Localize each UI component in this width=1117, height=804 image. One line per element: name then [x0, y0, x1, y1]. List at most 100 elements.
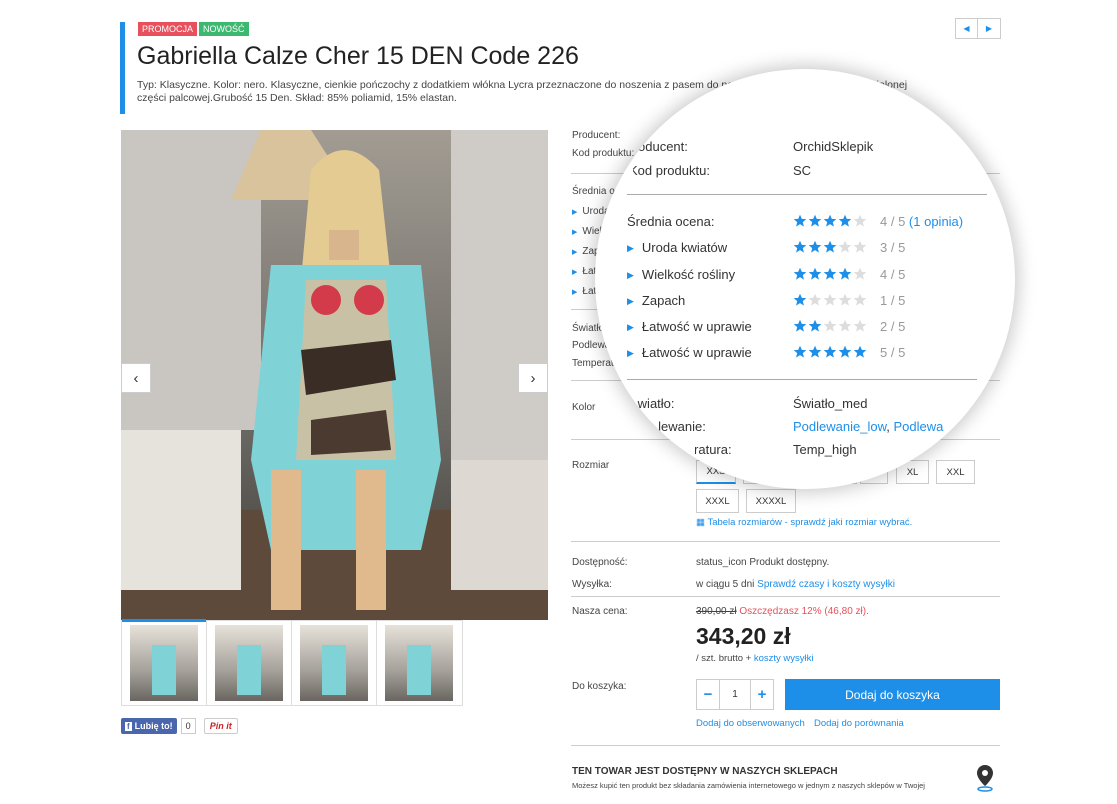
shipping-times-link[interactable]: Sprawdź czasy i koszty wysyłki [757, 579, 895, 590]
mag-divider [627, 379, 977, 380]
star-icon [853, 345, 867, 358]
shipping-costs-link[interactable]: koszty wysyłki [754, 653, 814, 664]
decrease-button[interactable]: − [697, 680, 719, 709]
next-product-button[interactable]: ▶ [978, 18, 1001, 39]
star-icon [793, 240, 807, 253]
facebook-icon: f [125, 721, 132, 731]
map-pin-icon [977, 765, 993, 792]
color-label: Kolor [572, 402, 596, 413]
bullet-icon: ▶ [627, 322, 634, 332]
mag-code-label: Kod produktu: [629, 163, 710, 178]
quantity-input[interactable]: 1 [719, 680, 751, 709]
star-icon [838, 267, 852, 280]
social-buttons: f Lubię to! 0 Pin it [121, 718, 238, 734]
bullet-icon: ▶ [572, 269, 578, 276]
mag-light-link[interactable]: Światło_med [793, 396, 867, 411]
chevron-left-icon: ‹ [133, 369, 139, 387]
gallery-prev-button[interactable]: ‹ [121, 363, 151, 393]
thumbnail[interactable] [122, 619, 207, 705]
new-badge: NOWOŚĆ [199, 22, 249, 36]
increase-button[interactable]: + [751, 680, 773, 709]
facebook-like-count: 0 [180, 718, 196, 734]
star-icon [823, 345, 837, 358]
chevron-right-icon: › [530, 369, 536, 387]
product-title: Gabriella Calze Cher 15 DEN Code 226 [137, 42, 579, 70]
bullet-icon: ▶ [627, 243, 634, 253]
star-icon [808, 267, 822, 280]
mag-producer-label: Producent: [625, 139, 688, 154]
size-option-xxl[interactable]: XXL [936, 460, 975, 484]
star-icon [838, 240, 852, 253]
star-icon [808, 293, 822, 306]
mag-light-label: Światło: [629, 396, 675, 411]
star-icon [823, 240, 837, 253]
bullet-icon: ▶ [627, 348, 634, 358]
rating-value: 1 / 5 [880, 293, 906, 308]
star-icon [808, 240, 822, 253]
mag-temp-link[interactable]: Temp_high [793, 442, 857, 457]
mag-rating-label: ▶ Łatwość w uprawie [627, 345, 752, 360]
thumbnail-image [385, 625, 454, 701]
stores-description: Możesz kupić ten produkt bez składania z… [572, 781, 925, 790]
cart-label: Do koszyka: [572, 681, 627, 692]
pinterest-button[interactable]: Pin it [203, 718, 238, 734]
bullet-icon: ▶ [572, 229, 578, 236]
divider [571, 745, 1000, 746]
rating-value: 5 / 5 [880, 345, 906, 360]
star-icon [853, 214, 867, 227]
thumbnail-image [215, 625, 283, 701]
divider [571, 541, 1000, 542]
star-icon [793, 267, 807, 280]
price-unit: / szt. brutto + koszty wysyłki [696, 653, 814, 664]
gallery-next-button[interactable]: › [518, 363, 548, 393]
star-icon [793, 345, 807, 358]
prev-product-button[interactable]: ◀ [955, 18, 978, 39]
thumbnail-image [130, 625, 198, 701]
star-icon [823, 319, 837, 332]
star-icon [793, 214, 807, 227]
size-option-xxxl[interactable]: XXXL [696, 489, 739, 513]
bullet-icon: ▶ [627, 270, 634, 280]
mag-water-label: Podlewanie: [635, 419, 706, 434]
thumbnail[interactable] [377, 621, 462, 705]
facebook-like-label: Lubię to! [134, 721, 173, 731]
mag-rating-label: ▶ Zapach [627, 293, 686, 308]
star-icon [838, 319, 852, 332]
rating-stars [793, 293, 867, 307]
product-page: { "badges": {"promo": "PROMOCJA", "new":… [0, 0, 1117, 804]
add-to-cart-button[interactable]: Dodaj do koszyka [785, 679, 1000, 710]
avg-stars [793, 214, 867, 228]
main-product-image[interactable]: ‹ › [121, 130, 548, 620]
watch-link[interactable]: Dodaj do obserwowanych [696, 718, 805, 729]
bullet-icon: ▶ [627, 296, 634, 306]
thumbnail-strip [121, 619, 463, 706]
rating-value: 3 / 5 [880, 240, 906, 255]
thumbnail[interactable] [292, 621, 377, 705]
star-icon [853, 319, 867, 332]
star-icon [823, 214, 837, 227]
size-table-link[interactable]: ▦ Tabela rozmiarów - sprawdź jaki rozmia… [696, 517, 912, 528]
triangle-left-icon: ◀ [963, 24, 970, 33]
thumbnail[interactable] [207, 621, 292, 705]
mag-rating-label: ▶ Wielkość rośliny [627, 267, 736, 282]
rating-stars [793, 345, 867, 359]
star-icon [838, 214, 852, 227]
mag-rating-label: ▶ Uroda kwiatów [627, 240, 728, 255]
star-icon [853, 240, 867, 253]
badges: PROMOCJA NOWOŚĆ [138, 22, 249, 36]
size-option-xxxxl[interactable]: XXXXL [746, 489, 796, 513]
mag-water-link[interactable]: Podlewanie_low [793, 419, 886, 434]
old-price: 390,00 zł [696, 606, 737, 617]
thumbnail-image [300, 625, 368, 701]
mag-water-link-2[interactable]: Podlewa [893, 419, 943, 434]
mag-producer-link[interactable]: OrchidSklepik [793, 139, 873, 154]
rating-stars [793, 240, 867, 254]
facebook-like-button[interactable]: f Lubię to! [121, 718, 177, 734]
price-old-row: 390,00 zł Oszczędzasz 12% (46,80 zł). [696, 606, 869, 617]
star-icon [838, 293, 852, 306]
star-icon [853, 293, 867, 306]
mag-temp-label: Temperatura: [655, 442, 732, 457]
reviews-link[interactable]: (1 opinia) [909, 214, 963, 229]
compare-link[interactable]: Dodaj do porównania [814, 718, 904, 729]
rating-value: 2 / 5 [880, 319, 906, 334]
